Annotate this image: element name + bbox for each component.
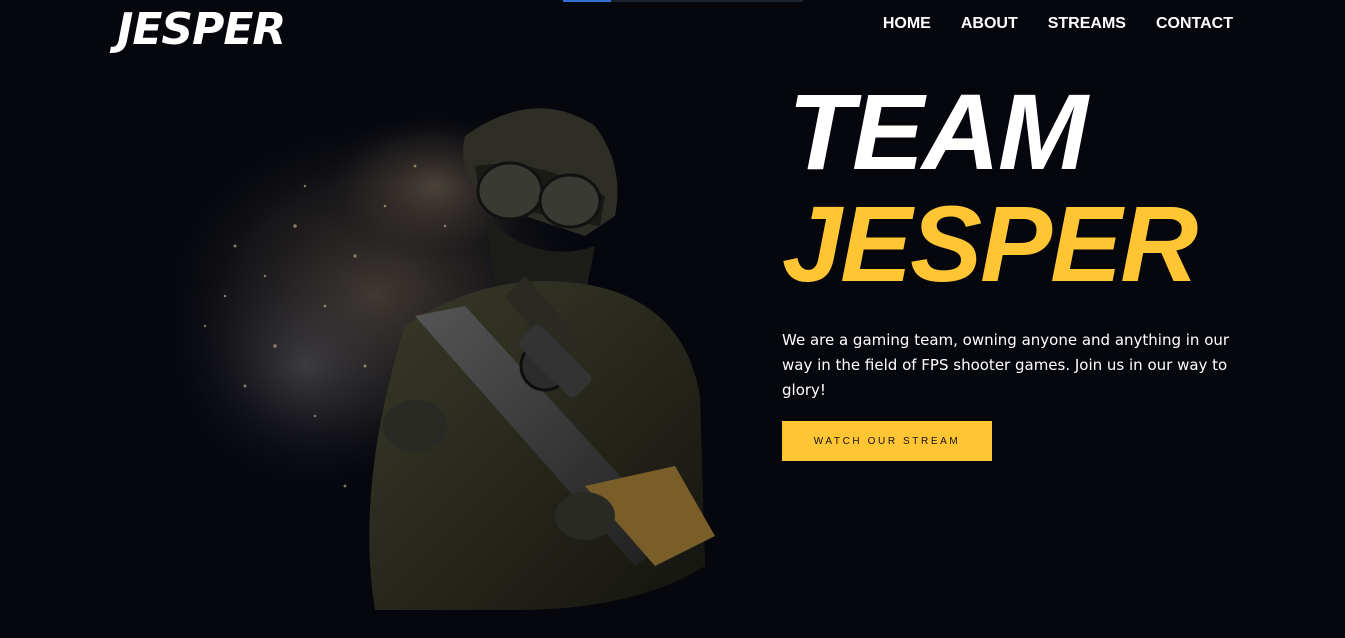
hero-headline-line1: TEAM [788, 71, 1088, 192]
nav-item-home[interactable]: HOME [883, 14, 931, 34]
nav-item-contact[interactable]: CONTACT [1156, 14, 1233, 34]
hero-headline: TEAM JESPER [782, 78, 1252, 298]
top-scroll-indicator-active [563, 0, 611, 2]
watch-stream-button[interactable]: WATCH OUR STREAM [782, 421, 992, 461]
hero-image [115, 66, 757, 610]
main-nav: HOME ABOUT STREAMS CONTACT [883, 14, 1233, 34]
page: JESPER HOME ABOUT STREAMS CONTACT TEAM J… [0, 0, 1345, 638]
brand-logo[interactable]: JESPER [117, 4, 286, 56]
hero-text-block: TEAM JESPER We are a gaming team, owning… [782, 78, 1252, 461]
top-scroll-indicator [563, 0, 803, 2]
nav-item-streams[interactable]: STREAMS [1048, 14, 1126, 34]
hero-description: We are a gaming team, owning anyone and … [782, 331, 1230, 399]
soldier-image [115, 66, 757, 610]
hero-headline-line2: JESPER [782, 183, 1198, 304]
nav-item-about[interactable]: ABOUT [961, 14, 1018, 34]
